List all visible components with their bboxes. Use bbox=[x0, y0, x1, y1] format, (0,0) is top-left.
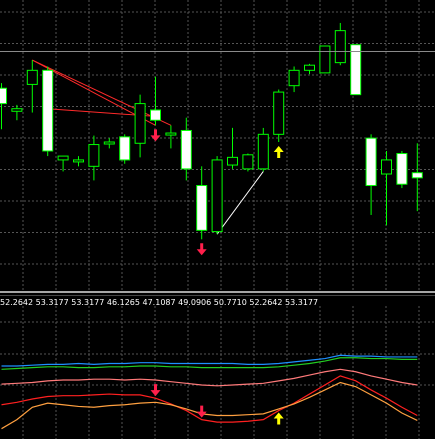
candle-body bbox=[180, 129, 192, 170]
candles bbox=[0, 22, 423, 240]
candle-body bbox=[257, 133, 269, 170]
candle-body bbox=[381, 159, 392, 175]
chart-canvas[interactable]: 52.2642 53.3177 53.3177 46.1265 47.1087 … bbox=[0, 0, 435, 439]
candle-body bbox=[365, 137, 377, 187]
candle-body bbox=[319, 45, 331, 74]
buy-arrow-icon bbox=[273, 412, 284, 425]
candle-body bbox=[211, 159, 223, 233]
sell-arrow-icon bbox=[196, 243, 207, 256]
sell-arrow-icon bbox=[196, 405, 207, 418]
indicator-line bbox=[1, 381, 418, 430]
candle-body bbox=[103, 141, 115, 145]
candle-body bbox=[11, 108, 23, 112]
candle-body bbox=[57, 155, 69, 161]
candle-body bbox=[411, 172, 423, 179]
candle-body bbox=[42, 69, 54, 152]
candle-body bbox=[73, 159, 84, 163]
sell-arrow-icon bbox=[150, 384, 161, 397]
buy-arrow-icon bbox=[273, 146, 284, 158]
candle-body bbox=[334, 30, 346, 64]
candle-body bbox=[119, 136, 131, 161]
indicator-line bbox=[1, 354, 418, 367]
candle-body bbox=[134, 103, 146, 144]
candle-body bbox=[242, 154, 254, 170]
trading-chart[interactable]: 52.2642 53.3177 53.3177 46.1265 47.1087 … bbox=[0, 0, 435, 439]
indicator-line bbox=[1, 368, 418, 387]
trend-lines bbox=[32, 59, 264, 235]
candle-body bbox=[0, 87, 7, 105]
candle-body bbox=[196, 185, 208, 231]
sell-arrow-icon bbox=[150, 129, 161, 142]
candle-body bbox=[273, 91, 285, 135]
candle-body bbox=[350, 44, 362, 96]
candle-body bbox=[396, 153, 408, 185]
candle-body bbox=[88, 144, 100, 167]
candle-body bbox=[227, 156, 238, 166]
trend-line bbox=[216, 171, 264, 235]
candle-body bbox=[304, 64, 315, 71]
candle-body bbox=[165, 132, 177, 136]
candle-body bbox=[26, 69, 38, 85]
indicator-lines bbox=[1, 354, 418, 430]
indicator-values-label: 52.2642 53.3177 53.3177 46.1265 47.1087 … bbox=[0, 298, 318, 307]
candle-body bbox=[150, 109, 161, 121]
candle-body bbox=[288, 69, 300, 87]
